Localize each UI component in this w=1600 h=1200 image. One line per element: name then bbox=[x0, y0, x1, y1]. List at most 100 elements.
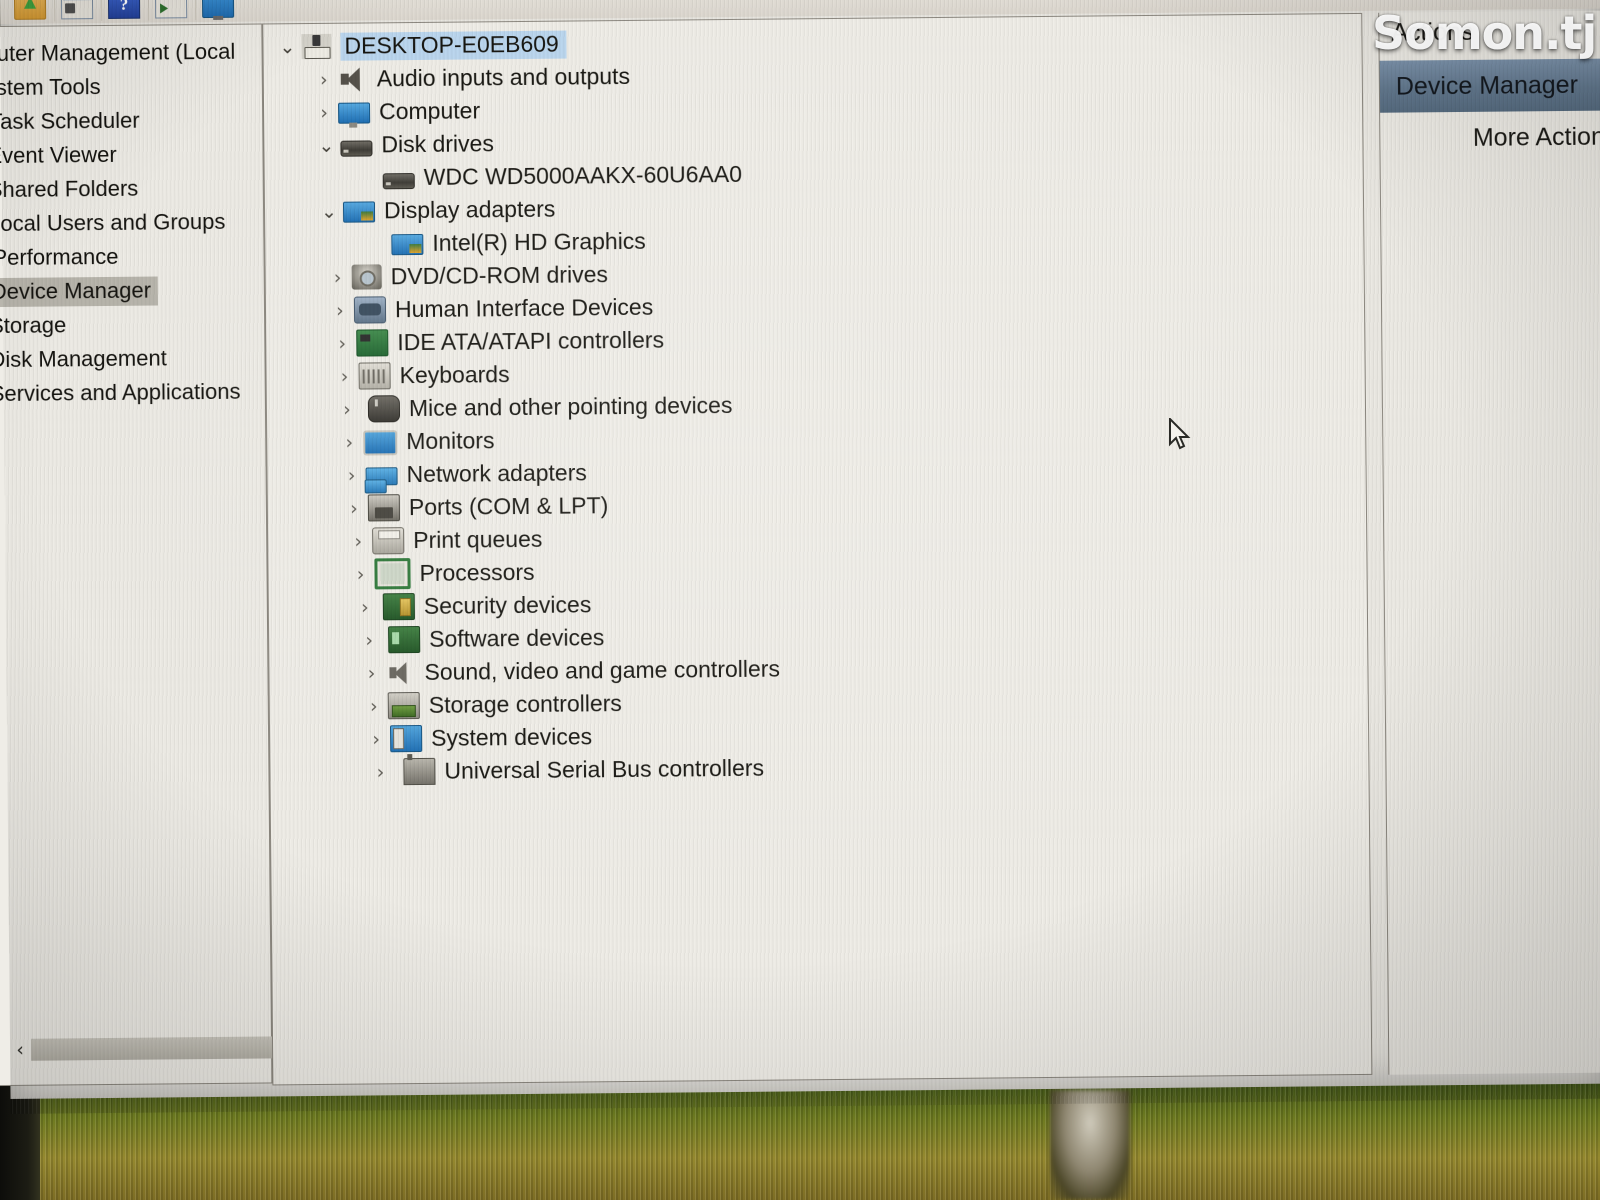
device-node-label: Ports (COM & LPT) bbox=[408, 492, 609, 521]
chevron-right-icon[interactable]: › bbox=[346, 563, 374, 585]
console-item-disk-management[interactable]: Disk Management bbox=[0, 340, 265, 377]
console-tree-horizontal-scrollbar[interactable]: ‹ › bbox=[9, 1034, 301, 1063]
device-node-label: Display adapters bbox=[383, 195, 556, 224]
device-node-label: Intel(R) HD Graphics bbox=[432, 227, 646, 256]
console-item-label: Storage bbox=[0, 312, 67, 339]
device-tree-pane: ⌄ DESKTOP-E0EB609 › Audio inputs and out… bbox=[262, 12, 1373, 1086]
device-node-label: IDE ATA/ATAPI controllers bbox=[397, 326, 665, 356]
console-item-label: Services and Applications bbox=[0, 378, 241, 407]
ide-controller-icon bbox=[356, 329, 389, 357]
console-item-system-tools[interactable]: ystem Tools bbox=[0, 68, 262, 105]
software-device-icon bbox=[388, 625, 421, 654]
console-item-label: Event Viewer bbox=[0, 141, 117, 169]
wallpaper-subject bbox=[1050, 1090, 1130, 1200]
console-item-label: Shared Folders bbox=[0, 175, 139, 203]
show-hide-console-tree-icon[interactable] bbox=[53, 0, 100, 22]
chevron-right-icon[interactable]: › bbox=[324, 266, 352, 288]
help-icon[interactable]: ? bbox=[100, 0, 147, 22]
display-adapter-icon bbox=[342, 201, 376, 223]
console-item-services-and-applications[interactable]: Services and Applications bbox=[0, 374, 265, 411]
more-actions-button[interactable]: More Actions bbox=[1380, 115, 1600, 159]
chevron-right-icon[interactable]: › bbox=[335, 431, 363, 453]
chevron-right-icon[interactable]: › bbox=[340, 497, 368, 519]
actions-device-manager-header[interactable]: Device Manager bbox=[1379, 58, 1600, 113]
more-actions-label: More Actions bbox=[1472, 121, 1600, 152]
chevron-right-icon[interactable]: › bbox=[326, 299, 354, 321]
chevron-right-icon[interactable]: › bbox=[333, 398, 361, 420]
computer-icon bbox=[338, 102, 371, 124]
console-item-label: Local Users and Groups bbox=[0, 208, 226, 237]
device-node-label: Security devices bbox=[423, 591, 592, 619]
chevron-down-icon[interactable]: ⌄ bbox=[273, 36, 301, 58]
console-item-label: Performance bbox=[0, 243, 119, 271]
console-item-label: Device Manager bbox=[0, 275, 159, 307]
dvd-drive-icon bbox=[351, 264, 382, 290]
usb-controller-icon bbox=[403, 757, 436, 786]
console-item-label: Task Scheduler bbox=[0, 107, 140, 135]
port-icon bbox=[367, 494, 401, 522]
chevron-right-icon[interactable]: › bbox=[310, 68, 338, 90]
chevron-right-icon[interactable]: › bbox=[331, 365, 359, 387]
device-node-label: Universal Serial Bus controllers bbox=[444, 754, 765, 784]
console-item-computer-management[interactable]: puter Management (Local bbox=[0, 34, 262, 71]
device-node-label: Audio inputs and outputs bbox=[376, 62, 631, 92]
sound-controller-icon bbox=[385, 660, 415, 685]
console-item-local-users-and-groups[interactable]: Local Users and Groups bbox=[0, 204, 263, 241]
console-item-shared-folders[interactable]: Shared Folders bbox=[0, 170, 263, 207]
mouse-icon bbox=[367, 395, 401, 423]
disk-drive-icon bbox=[382, 172, 415, 189]
scrollbar-thumb[interactable] bbox=[30, 1036, 280, 1061]
device-node-label: Software devices bbox=[429, 624, 605, 652]
console-item-label: puter Management (Local bbox=[0, 38, 236, 67]
chevron-right-icon[interactable]: › bbox=[337, 464, 365, 486]
device-tree: ⌄ DESKTOP-E0EB609 › Audio inputs and out… bbox=[263, 14, 1368, 790]
computer-management-window: ? puter Management (Local ystem Tools Ta… bbox=[0, 0, 1600, 1114]
device-node-label: Monitors bbox=[406, 427, 495, 455]
properties-icon[interactable] bbox=[194, 0, 241, 21]
chevron-right-icon[interactable]: › bbox=[360, 695, 388, 717]
console-tree-pane: puter Management (Local ystem Tools Task… bbox=[0, 23, 294, 1087]
scroll-left-arrow-icon[interactable]: ‹ bbox=[9, 1039, 31, 1061]
show-hide-action-pane-icon[interactable] bbox=[147, 0, 194, 21]
display-adapter-icon bbox=[391, 233, 424, 256]
device-node-label: Mice and other pointing devices bbox=[408, 391, 733, 422]
device-node-label: WDC WD5000AAKX-60U6AA0 bbox=[423, 160, 743, 190]
device-node-label: System devices bbox=[430, 723, 593, 751]
device-node-label: Human Interface Devices bbox=[394, 293, 654, 323]
console-item-storage[interactable]: Storage bbox=[0, 306, 264, 343]
console-item-label: Disk Management bbox=[0, 345, 167, 373]
device-node-label: Disk drives bbox=[381, 130, 494, 158]
actions-pane: Actions Device Manager More Actions bbox=[1378, 10, 1600, 1075]
chevron-right-icon[interactable]: › bbox=[344, 530, 372, 552]
chevron-right-icon[interactable]: › bbox=[310, 101, 338, 123]
console-item-event-viewer[interactable]: Event Viewer bbox=[0, 136, 263, 173]
device-node-label: Print queues bbox=[413, 525, 543, 554]
chevron-right-icon[interactable]: › bbox=[328, 332, 356, 354]
chevron-down-icon[interactable]: ⌄ bbox=[315, 200, 343, 222]
chevron-right-icon[interactable]: › bbox=[362, 728, 390, 750]
system-device-icon bbox=[389, 724, 423, 753]
device-node-label: Computer bbox=[378, 97, 481, 125]
chevron-down-icon[interactable]: ⌄ bbox=[312, 134, 340, 156]
mouse-cursor-icon bbox=[1168, 416, 1194, 459]
console-item-task-scheduler[interactable]: Task Scheduler bbox=[0, 102, 262, 139]
hid-icon bbox=[353, 296, 387, 324]
actions-device-manager-label: Device Manager bbox=[1395, 70, 1579, 101]
device-node-label: Keyboards bbox=[399, 361, 510, 389]
disk-drive-icon bbox=[340, 139, 373, 157]
network-adapter-icon bbox=[365, 466, 398, 486]
printer-icon bbox=[372, 527, 405, 555]
chevron-right-icon[interactable]: › bbox=[351, 596, 379, 618]
console-item-device-manager[interactable]: Device Manager bbox=[0, 272, 264, 309]
device-node-label: Processors bbox=[419, 558, 535, 586]
security-device-icon bbox=[382, 593, 415, 621]
chevron-right-icon[interactable]: › bbox=[366, 761, 394, 783]
chevron-right-icon[interactable]: › bbox=[357, 662, 385, 684]
up-one-level-icon[interactable] bbox=[8, 0, 52, 22]
device-node-label: DVD/CD-ROM drives bbox=[390, 261, 609, 290]
device-node-label: Network adapters bbox=[406, 459, 587, 488]
chevron-right-icon[interactable]: › bbox=[355, 629, 383, 651]
watermark-somon-tj: Somon.tj bbox=[1372, 6, 1597, 60]
processor-icon bbox=[374, 558, 411, 590]
console-item-performance[interactable]: Performance bbox=[0, 238, 264, 275]
